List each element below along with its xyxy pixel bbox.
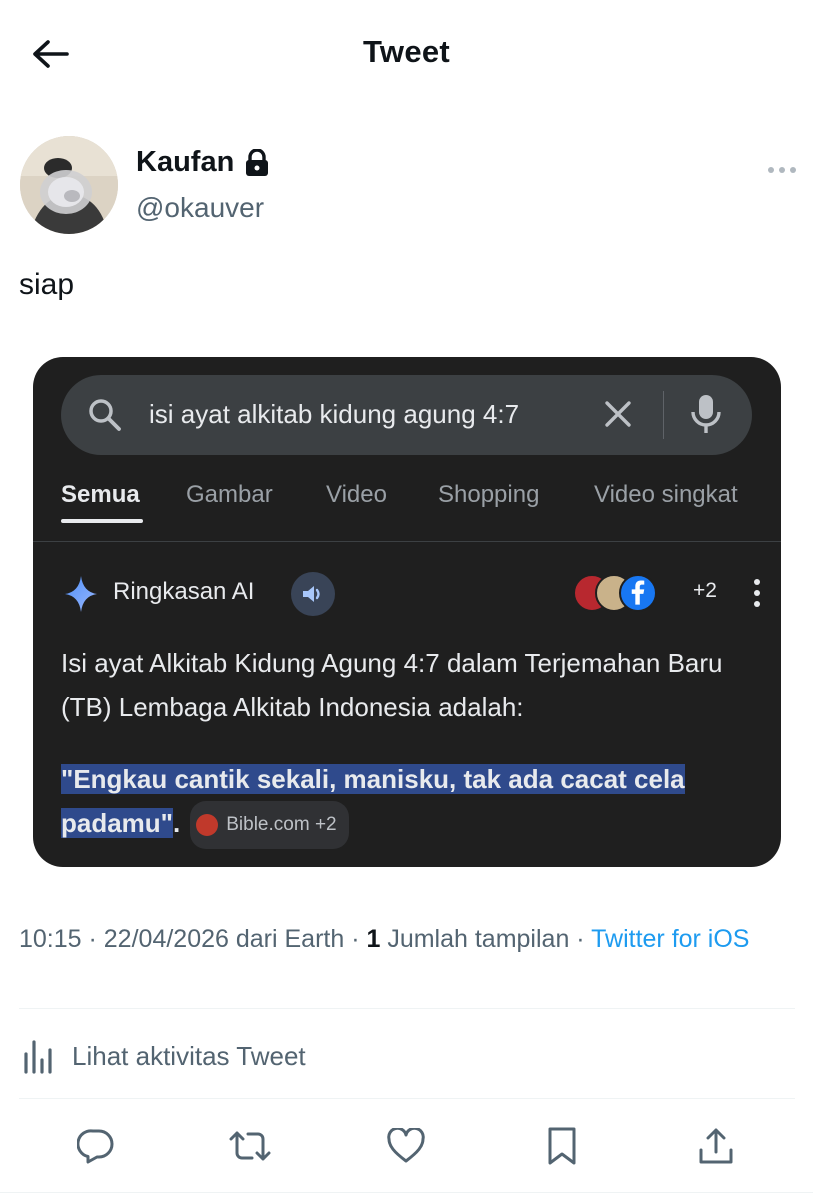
view-activity-button[interactable]: Lihat aktivitas Tweet [22, 1036, 306, 1076]
speaker-button [291, 572, 335, 616]
reply-icon [77, 1129, 114, 1164]
author-name-text: Kaufan [136, 146, 235, 178]
bookmark-button[interactable] [540, 1124, 584, 1168]
speaker-icon [303, 586, 320, 602]
highlighted-quote: "Engkau cantik sekali, manisku, tak ada … [61, 764, 685, 838]
tweet-location: dari Earth [228, 925, 345, 953]
reply-button[interactable] [74, 1124, 118, 1168]
page-title: Tweet [362, 34, 451, 69]
meta-separator: · [569, 925, 592, 953]
retweet-icon [229, 1131, 271, 1161]
tweet-time: 10:15 [19, 925, 82, 953]
tab-shopping: Shopping [438, 481, 540, 508]
like-button[interactable] [384, 1124, 428, 1168]
microphone-icon [691, 395, 721, 433]
ai-overview-label: Ringkasan AI [113, 578, 255, 605]
more-horizontal-icon [768, 167, 796, 173]
tweet-date: 22/04/2026 [103, 925, 229, 953]
divider [19, 1008, 795, 1009]
share-button[interactable] [694, 1124, 738, 1168]
tweet-media-image[interactable]: isi ayat alkitab kidung agung 4:7 Semua … [33, 357, 781, 867]
sparkle-icon [65, 576, 97, 612]
search-query: isi ayat alkitab kidung agung 4:7 [149, 399, 520, 429]
share-icon [699, 1128, 733, 1164]
view-activity-label: Lihat aktivitas Tweet [72, 1040, 306, 1071]
holy-bible-icon [196, 814, 219, 837]
author-handle[interactable]: @okauver [136, 192, 264, 224]
source-count: +2 [693, 579, 717, 602]
facebook-icon [619, 574, 657, 612]
tabs-divider [33, 541, 781, 542]
more-vertical-icon [754, 579, 760, 607]
divider [0, 1192, 813, 1193]
views-count: 1 [366, 925, 381, 953]
tweet-text: siap [19, 268, 75, 301]
lock-icon [246, 148, 269, 176]
client-link[interactable]: Twitter for iOS [591, 925, 749, 953]
divider [19, 1098, 795, 1099]
meta-separator: · [81, 925, 104, 953]
ai-overview-quote: "Engkau cantik sekali, manisku, tak ada … [61, 757, 761, 850]
search-bar: isi ayat alkitab kidung agung 4:7 [61, 375, 752, 455]
analytics-icon [24, 1040, 52, 1074]
header: Tweet [0, 0, 813, 105]
citation-text: Bible.com +2 [226, 814, 337, 836]
tab-video: Video [326, 481, 387, 508]
search-divider [663, 391, 664, 439]
quote-end: . [173, 808, 181, 838]
tweet-meta: 10:15 · 22/04/2026 dari Earth · 1 Jumlah… [19, 923, 799, 955]
author-name[interactable]: Kaufan [136, 146, 270, 179]
retweet-button[interactable] [228, 1124, 272, 1168]
more-options-button[interactable] [764, 156, 800, 184]
action-bar [0, 1118, 813, 1174]
tweet-page: Tweet Kaufan @okauver siap isi ayat alki… [0, 0, 813, 1200]
tab-semua: Semua [61, 481, 140, 508]
views-label: Jumlah tampilan [380, 925, 570, 953]
avatar[interactable] [20, 136, 118, 234]
search-tabs: Semua Gambar Video Shopping Video singka… [61, 481, 781, 521]
active-tab-indicator [61, 519, 143, 523]
heart-icon [387, 1128, 425, 1163]
ai-overview-text: Isi ayat Alkitab Kidung Agung 4:7 dalam … [61, 648, 723, 722]
bookmark-icon [548, 1127, 576, 1165]
citation-chip: Bible.com +2 [190, 801, 349, 850]
ai-overview-header: Ringkasan AI +2 [61, 572, 761, 616]
tab-gambar: Gambar [186, 481, 273, 508]
search-icon [89, 399, 121, 431]
avatar-image [20, 136, 118, 234]
meta-separator: · [344, 925, 367, 953]
close-icon [605, 401, 631, 427]
tab-video-singkat: Video singkat [594, 481, 738, 508]
source-avatars [573, 574, 683, 614]
